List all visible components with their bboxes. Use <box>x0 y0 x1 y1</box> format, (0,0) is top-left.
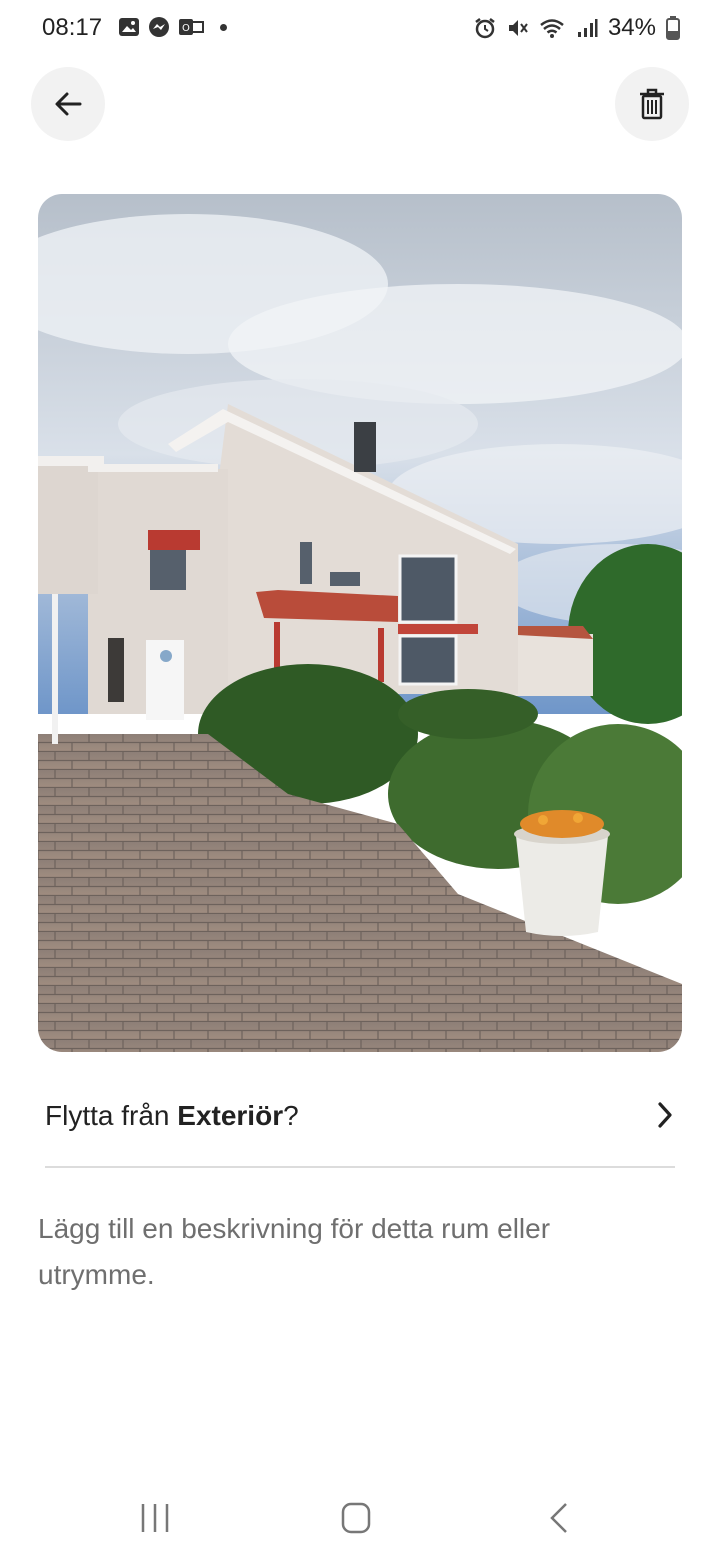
battery-icon <box>666 16 680 40</box>
alarm-icon <box>475 18 495 39</box>
move-suffix: ? <box>283 1100 299 1131</box>
outlook-icon: O <box>179 19 204 35</box>
notification-dot <box>220 23 227 31</box>
back-icon[interactable] <box>548 1498 570 1538</box>
recent-apps-icon[interactable] <box>140 1498 170 1538</box>
current-room-name: Exteriör <box>177 1100 284 1131</box>
status-bar: 08:17 O 34% <box>0 0 720 56</box>
chevron-right-icon <box>658 1102 672 1128</box>
move-from-label: Flytta från Exteriör? <box>45 1100 299 1132</box>
delete-photo-button[interactable] <box>615 67 689 141</box>
home-icon[interactable] <box>340 1498 372 1538</box>
system-nav-bar <box>0 1480 720 1560</box>
trash-icon <box>640 88 664 120</box>
move-prefix: Flytta från <box>45 1100 178 1131</box>
battery-percentage: 34% <box>607 14 656 41</box>
gallery-icon <box>119 18 139 36</box>
signal-icon <box>577 19 598 37</box>
wifi-icon <box>540 19 564 38</box>
back-button[interactable] <box>31 67 105 141</box>
arrow-left-icon <box>55 92 82 116</box>
svg-text:O: O <box>182 23 190 34</box>
notification-icons: O <box>118 16 227 38</box>
messenger-icon <box>149 17 169 37</box>
divider <box>45 1166 675 1168</box>
status-time: 08:17 <box>42 14 103 41</box>
system-status: 34% <box>474 14 680 42</box>
house-exterior-photo[interactable] <box>38 194 682 1052</box>
description-input[interactable]: Lägg till en beskrivning för detta rum e… <box>38 1206 658 1298</box>
move-from-room-row[interactable]: Flytta från Exteriör? <box>45 1090 675 1146</box>
mute-icon <box>508 20 528 36</box>
